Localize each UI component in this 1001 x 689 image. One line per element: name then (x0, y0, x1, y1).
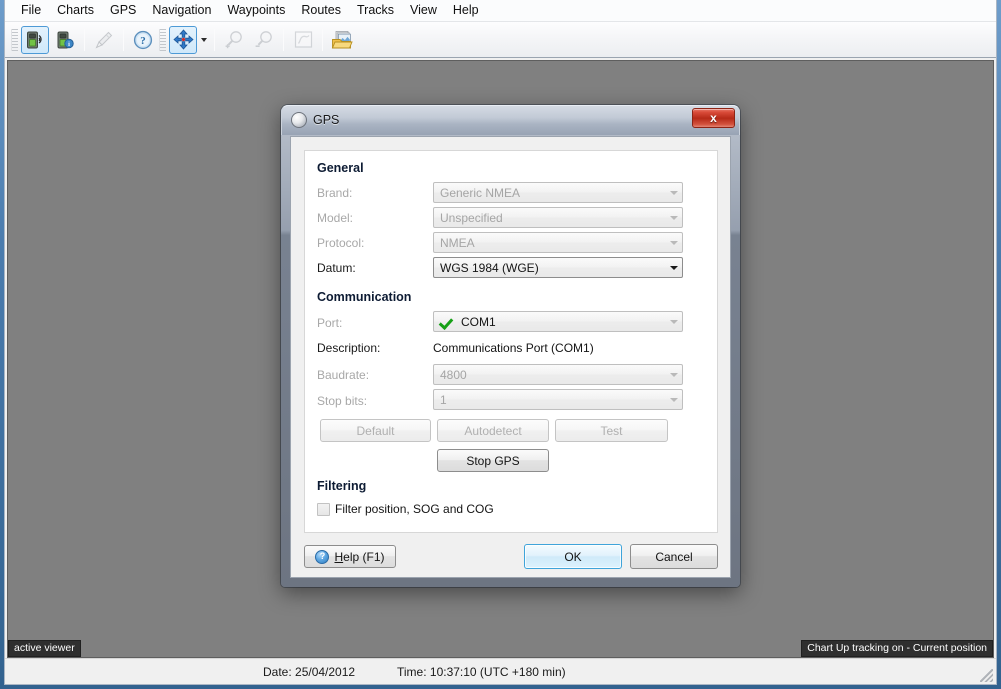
status-date: Date: 25/04/2012 (263, 664, 356, 679)
dialog-title-bar[interactable]: GPS x (281, 105, 740, 135)
status-time: Time: 10:37:10 (UTC +180 min) (397, 664, 566, 679)
stopbits-value: 1 (440, 392, 447, 407)
description-label: Description: (317, 341, 381, 355)
datum-value: WGS 1984 (WGE) (440, 260, 539, 275)
active-viewer-label: active viewer (8, 639, 81, 657)
help-button[interactable]: ? Help (F1) (304, 545, 396, 568)
menu-item-gps[interactable]: GPS (102, 0, 144, 21)
gps-sphere-icon (291, 112, 307, 128)
help-question-icon: ? (315, 549, 330, 564)
toolbar-separator-1 (84, 28, 85, 51)
brand-label: Brand: (317, 186, 353, 200)
menu-item-file[interactable]: File (13, 0, 49, 21)
stopbits-combobox: 1 (433, 389, 683, 410)
menu-item-help[interactable]: Help (445, 0, 487, 21)
help-accel-letter: H (334, 549, 344, 564)
toolbar-separator-4 (283, 28, 284, 51)
chevron-down-icon (665, 265, 682, 270)
communication-section-heading: Communication (317, 290, 412, 304)
status-bar: Date: 25/04/2012 Time: 10:37:10 (UTC +18… (5, 658, 996, 684)
help-suffix: elp (F1) (343, 549, 385, 564)
gps-dialog: GPS x General Brand: Generic NMEA Model:… (281, 105, 740, 587)
dialog-title: GPS (313, 113, 340, 127)
chevron-down-icon (665, 372, 682, 377)
model-combobox: Unspecified (433, 207, 683, 228)
port-label: Port: (317, 316, 343, 330)
filter-position-checkbox-row[interactable]: Filter position, SOG and COG (317, 502, 494, 516)
baudrate-value: 4800 (440, 367, 467, 382)
chevron-down-icon (665, 240, 682, 245)
svg-text:?: ? (140, 35, 146, 47)
menu-item-routes[interactable]: Routes (293, 0, 349, 21)
toolbar-grip[interactable] (11, 28, 18, 51)
filter-position-label: Filter position, SOG and COG (335, 502, 494, 516)
measure-tool-icon (90, 26, 118, 54)
datum-label: Datum: (317, 261, 356, 275)
dialog-body: General Brand: Generic NMEA Model: Unspe… (290, 136, 731, 578)
test-button: Test (555, 419, 668, 442)
brand-combobox: Generic NMEA (433, 182, 683, 203)
stopbits-label: Stop bits: (317, 394, 368, 408)
gps-connect-icon[interactable] (21, 25, 49, 54)
filter-position-checkbox[interactable] (317, 502, 330, 516)
help-button-label: Help (F1) (334, 550, 384, 564)
baudrate-label: Baudrate: (317, 368, 370, 382)
toolbar-separator-3 (214, 28, 215, 51)
application-window: File Charts GPS Navigation Waypoints Rou… (0, 0, 1001, 689)
baudrate-combobox: 4800 (433, 364, 683, 385)
help-circle-icon[interactable]: ? (129, 26, 157, 54)
dialog-footer: ? Help (F1) OK Cancel (291, 534, 730, 578)
toolbar-separator-2 (123, 28, 124, 51)
close-icon[interactable]: x (692, 108, 735, 128)
model-value: Unspecified (440, 210, 503, 225)
protocol-value: NMEA (440, 235, 475, 250)
description-value: Communications Port (COM1) (433, 341, 594, 355)
menu-item-navigation[interactable]: Navigation (144, 0, 219, 21)
port-value: COM1 (461, 314, 496, 329)
svg-text:i: i (68, 41, 70, 48)
chevron-down-icon (665, 397, 682, 402)
autodetect-button: Autodetect (437, 419, 549, 442)
default-button: Default (320, 419, 431, 442)
datum-combobox[interactable]: WGS 1984 (WGE) (433, 257, 683, 278)
brand-value: Generic NMEA (440, 185, 521, 200)
model-label: Model: (317, 211, 354, 225)
chart-folder-icon[interactable] (328, 26, 356, 54)
gps-info-icon[interactable]: i (51, 26, 79, 54)
toolbar-grip-2[interactable] (159, 28, 166, 51)
route-chart-icon (289, 26, 317, 54)
toolbar: i ? (5, 22, 996, 58)
zoom-in-icon (220, 26, 248, 54)
pan-tool-dropdown-arrow[interactable] (198, 26, 210, 54)
chevron-down-icon (665, 215, 682, 220)
protocol-label: Protocol: (317, 236, 365, 250)
menu-item-waypoints[interactable]: Waypoints (219, 0, 293, 21)
zoom-out-icon (250, 26, 278, 54)
menu-bar: File Charts GPS Navigation Waypoints Rou… (5, 0, 996, 22)
chevron-down-icon (665, 319, 682, 324)
general-section-heading: General (317, 161, 364, 175)
menu-item-charts[interactable]: Charts (49, 0, 102, 21)
cancel-button[interactable]: Cancel (630, 544, 718, 569)
chevron-down-icon (665, 190, 682, 195)
menu-item-tracks[interactable]: Tracks (349, 0, 402, 21)
close-icon-glyph: x (710, 111, 717, 125)
pan-tool-icon[interactable] (169, 25, 197, 54)
filtering-section-heading: Filtering (317, 479, 367, 493)
tracking-status-label: Chart Up tracking on - Current position (801, 639, 993, 657)
menu-item-view[interactable]: View (402, 0, 445, 21)
toolbar-separator-5 (322, 28, 323, 51)
dialog-content-panel: General Brand: Generic NMEA Model: Unspe… (304, 150, 718, 533)
green-check-icon (439, 314, 455, 329)
stop-gps-button[interactable]: Stop GPS (437, 449, 549, 472)
protocol-combobox: NMEA (433, 232, 683, 253)
window-resize-grip[interactable] (980, 669, 993, 682)
port-combobox[interactable]: COM1 (433, 311, 683, 332)
ok-button[interactable]: OK (524, 544, 622, 569)
